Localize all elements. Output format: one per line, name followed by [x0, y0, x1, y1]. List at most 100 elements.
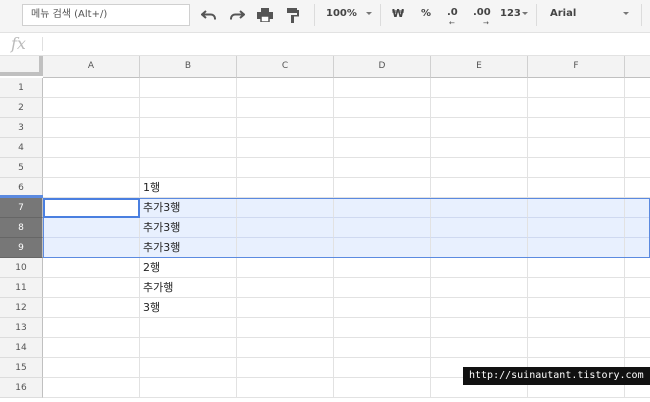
cell-g9[interactable]: [625, 238, 650, 258]
cell-a12[interactable]: [43, 298, 140, 318]
cell-c8[interactable]: [237, 218, 334, 238]
cell-b15[interactable]: [140, 358, 237, 378]
cell-a11[interactable]: [43, 278, 140, 298]
formula-bar[interactable]: fx: [0, 33, 650, 56]
cell-e13[interactable]: [431, 318, 528, 338]
cell-g6[interactable]: [625, 178, 650, 198]
column-header-b[interactable]: B: [140, 56, 237, 78]
cell-b13[interactable]: [140, 318, 237, 338]
cell-f2[interactable]: [528, 98, 625, 118]
cell-e10[interactable]: [431, 258, 528, 278]
column-header-d[interactable]: D: [334, 56, 431, 78]
cell-g13[interactable]: [625, 318, 650, 338]
cell-c2[interactable]: [237, 98, 334, 118]
cell-g2[interactable]: [625, 98, 650, 118]
cell-d9[interactable]: [334, 238, 431, 258]
cell-d6[interactable]: [334, 178, 431, 198]
cell-e11[interactable]: [431, 278, 528, 298]
cell-f6[interactable]: [528, 178, 625, 198]
cell-g7[interactable]: [625, 198, 650, 218]
cell-e9[interactable]: [431, 238, 528, 258]
cell-c11[interactable]: [237, 278, 334, 298]
cell-b12[interactable]: 3행: [140, 298, 237, 318]
row-header-2[interactable]: 2: [0, 98, 43, 118]
cell-c5[interactable]: [237, 158, 334, 178]
row-header-13[interactable]: 13: [0, 318, 43, 338]
selection-handle[interactable]: [0, 195, 43, 198]
cell-e6[interactable]: [431, 178, 528, 198]
cell-d3[interactable]: [334, 118, 431, 138]
row-header-16[interactable]: 16: [0, 378, 43, 398]
active-cell-a7[interactable]: [43, 198, 140, 218]
column-header-g[interactable]: [625, 56, 650, 78]
row-header-15[interactable]: 15: [0, 358, 43, 378]
row-header-12[interactable]: 12: [0, 298, 43, 318]
cell-d1[interactable]: [334, 78, 431, 98]
row-header-1[interactable]: 1: [0, 78, 43, 98]
cell-b6[interactable]: 1행: [140, 178, 237, 198]
cell-e3[interactable]: [431, 118, 528, 138]
cell-d14[interactable]: [334, 338, 431, 358]
percent-format-button[interactable]: %: [421, 8, 431, 19]
cell-d16[interactable]: [334, 378, 431, 398]
cell-f3[interactable]: [528, 118, 625, 138]
cell-f14[interactable]: [528, 338, 625, 358]
decrease-decimal-button[interactable]: .0: [447, 7, 458, 18]
zoom-select[interactable]: 100%: [326, 8, 357, 19]
currency-format-button[interactable]: ₩: [392, 7, 404, 20]
cell-c16[interactable]: [237, 378, 334, 398]
cell-c13[interactable]: [237, 318, 334, 338]
cell-c14[interactable]: [237, 338, 334, 358]
row-header-11[interactable]: 11: [0, 278, 43, 298]
chevron-down-icon[interactable]: [522, 12, 528, 15]
row-header-7[interactable]: 7: [0, 198, 43, 218]
cell-a8[interactable]: [43, 218, 140, 238]
column-header-e[interactable]: E: [431, 56, 528, 78]
cell-a9[interactable]: [43, 238, 140, 258]
row-header-14[interactable]: 14: [0, 338, 43, 358]
cell-a15[interactable]: [43, 358, 140, 378]
cell-c10[interactable]: [237, 258, 334, 278]
cell-f5[interactable]: [528, 158, 625, 178]
undo-icon[interactable]: [200, 6, 218, 24]
cell-a13[interactable]: [43, 318, 140, 338]
cell-f4[interactable]: [528, 138, 625, 158]
cell-e12[interactable]: [431, 298, 528, 318]
chevron-down-icon[interactable]: [366, 12, 372, 15]
chevron-down-icon[interactable]: [623, 12, 629, 15]
menu-search-input[interactable]: 메뉴 검색 (Alt+/): [22, 4, 190, 26]
cell-g14[interactable]: [625, 338, 650, 358]
cell-b2[interactable]: [140, 98, 237, 118]
cell-a6[interactable]: [43, 178, 140, 198]
cell-d5[interactable]: [334, 158, 431, 178]
column-header-a[interactable]: A: [43, 56, 140, 78]
cell-g4[interactable]: [625, 138, 650, 158]
cell-e8[interactable]: [431, 218, 528, 238]
column-header-c[interactable]: C: [237, 56, 334, 78]
cell-c9[interactable]: [237, 238, 334, 258]
cell-d13[interactable]: [334, 318, 431, 338]
row-header-8[interactable]: 8: [0, 218, 43, 238]
cell-b5[interactable]: [140, 158, 237, 178]
cell-a1[interactable]: [43, 78, 140, 98]
cell-f12[interactable]: [528, 298, 625, 318]
cell-d15[interactable]: [334, 358, 431, 378]
select-all-corner[interactable]: [0, 56, 43, 76]
row-header-9[interactable]: 9: [0, 238, 43, 258]
spreadsheet-grid[interactable]: A B C D E F 1 2 3 4 5 6 1행 7 추가3행 8 추가3행 9 추가3행 10 2행 11 추가행 12…: [0, 56, 650, 402]
cell-e5[interactable]: [431, 158, 528, 178]
increase-decimal-button[interactable]: .00: [473, 7, 491, 18]
cell-d2[interactable]: [334, 98, 431, 118]
cell-c4[interactable]: [237, 138, 334, 158]
cell-f1[interactable]: [528, 78, 625, 98]
paint-format-icon[interactable]: [284, 6, 302, 24]
cell-d11[interactable]: [334, 278, 431, 298]
cell-b3[interactable]: [140, 118, 237, 138]
more-formats-button[interactable]: 123: [500, 8, 521, 19]
cell-g12[interactable]: [625, 298, 650, 318]
cell-b1[interactable]: [140, 78, 237, 98]
cell-e2[interactable]: [431, 98, 528, 118]
cell-f13[interactable]: [528, 318, 625, 338]
redo-icon[interactable]: [228, 6, 246, 24]
cell-b4[interactable]: [140, 138, 237, 158]
